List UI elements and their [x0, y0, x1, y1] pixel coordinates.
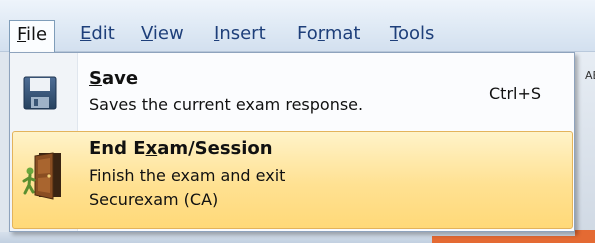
background-toolbar-text: AB [585, 69, 595, 82]
menu-file[interactable]: File [9, 20, 56, 53]
end-exam-title-pre: End E [89, 138, 146, 159]
menu-edit-label: dit [91, 23, 115, 44]
menu-tools-label: ools [397, 23, 435, 44]
exit-door-icon [21, 151, 65, 201]
menu-edit-mnemonic: E [80, 23, 92, 44]
menu-format-mnemonic: r [317, 23, 325, 44]
menu-file-label: ile [26, 24, 48, 45]
menu-view-label: iew [152, 23, 184, 44]
end-exam-description: Finish the exam and exit Securexam (CA) [89, 166, 286, 209]
menu-view[interactable]: View [141, 21, 184, 47]
menu-insert[interactable]: Insert [214, 21, 266, 47]
background-bottom-accent [432, 236, 575, 243]
save-description: Saves the current exam response. [89, 95, 364, 114]
menu-bar: File Edit View Insert Format Tools [0, 0, 595, 53]
menu-edit[interactable]: Edit [80, 21, 115, 47]
save-shortcut: Ctrl+S [489, 84, 542, 103]
menu-tools[interactable]: Tools [390, 21, 434, 47]
background-accent-bar [575, 230, 595, 243]
menu-format[interactable]: Format [297, 21, 360, 47]
save-title-text: ave [101, 68, 139, 89]
menu-item-save[interactable]: Save Saves the current exam response. Ct… [12, 57, 573, 127]
end-exam-title: End Exam/Session [89, 138, 273, 159]
menu-format-label-pre: Fo [297, 23, 318, 44]
menu-item-end-exam[interactable]: End Exam/Session Finish the exam and exi… [12, 131, 573, 229]
menu-tools-mnemonic: T [390, 23, 398, 44]
save-title: Save [89, 68, 138, 89]
menu-file-mnemonic: F [17, 24, 27, 45]
file-menu-dropdown: Save Saves the current exam response. Ct… [9, 52, 575, 232]
end-exam-title-mnemonic: x [145, 138, 158, 159]
floppy-disk-icon [23, 76, 57, 110]
menu-view-mnemonic: V [141, 23, 153, 44]
menu-insert-label: nsert [219, 23, 266, 44]
save-title-mnemonic: S [89, 68, 102, 89]
end-exam-title-post: am/Session [157, 138, 273, 159]
menu-format-label-post: mat [324, 23, 361, 44]
